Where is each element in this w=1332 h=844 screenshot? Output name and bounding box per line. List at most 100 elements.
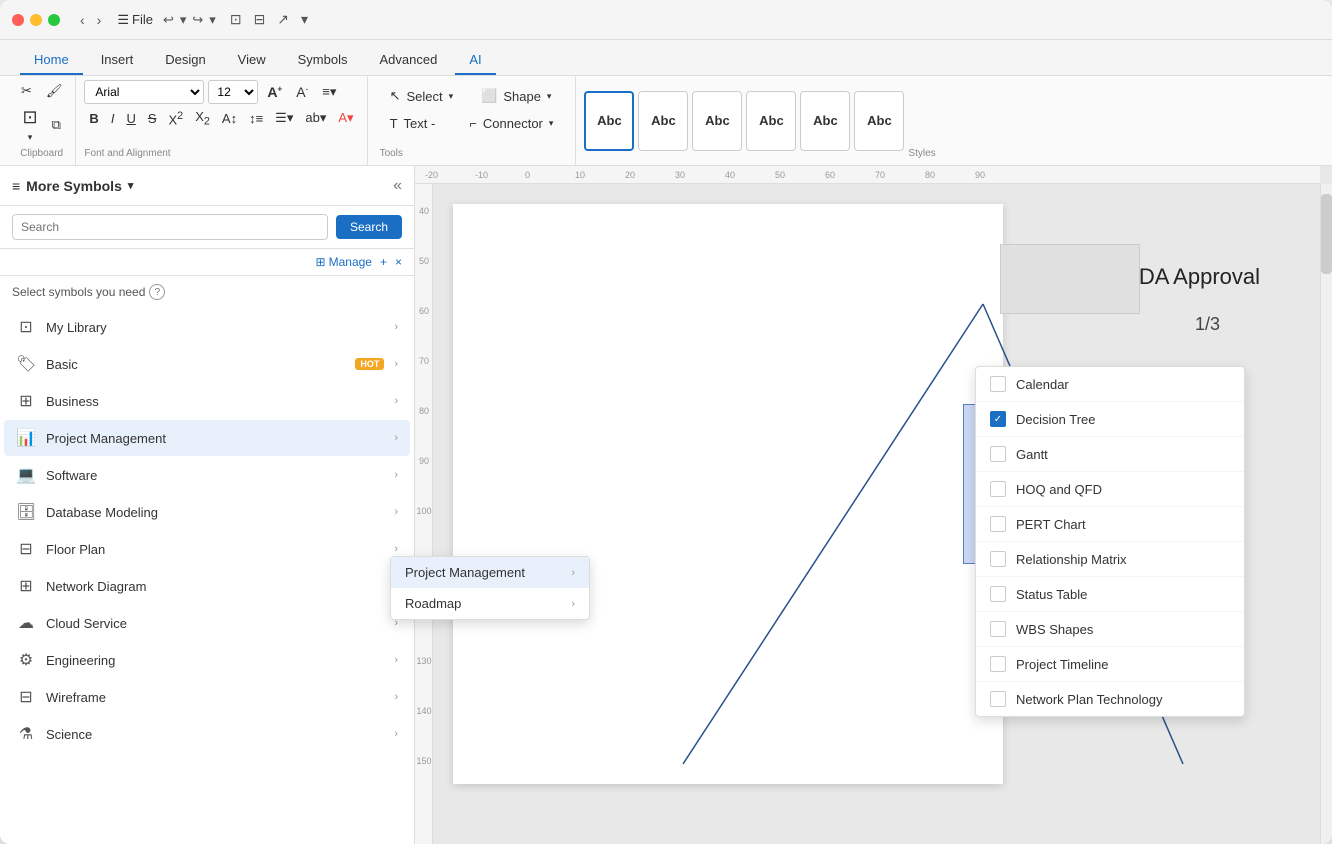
sidebar-item-network-diagram[interactable]: ⊞ Network Diagram › <box>4 568 410 604</box>
file-menu-button[interactable]: ☰ File <box>117 12 153 28</box>
checklist-item-wbs-shapes[interactable]: WBS Shapes <box>976 612 1244 647</box>
style-swatch-3[interactable]: Abc <box>692 91 742 151</box>
sidebar-search-input[interactable] <box>12 214 328 240</box>
checklist-item-hoq-qfd[interactable]: HOQ and QFD <box>976 472 1244 507</box>
tab-view[interactable]: View <box>224 46 280 75</box>
list-button[interactable]: ☰▾ <box>270 107 298 129</box>
format-painter-button[interactable]: 🖌 <box>41 80 68 102</box>
share-icon-button[interactable]: ↗ <box>273 9 293 30</box>
project-timeline-checkbox[interactable] <box>990 656 1006 672</box>
monitor-icon-button[interactable]: ⊟ <box>250 9 270 30</box>
tab-insert[interactable]: Insert <box>87 46 148 75</box>
font-color-button[interactable]: A▾ <box>333 107 358 129</box>
sidebar-item-software[interactable]: 💻 Software › <box>4 457 410 493</box>
status-table-checkbox[interactable] <box>990 586 1006 602</box>
sidebar-search-button[interactable]: Search <box>336 215 402 239</box>
text-wrap-button[interactable]: ab▾ <box>300 107 331 129</box>
wbs-shapes-checkbox[interactable] <box>990 621 1006 637</box>
sidebar-item-business[interactable]: ⊞ Business › <box>4 383 410 419</box>
font-size-select[interactable]: 12 <box>208 80 258 104</box>
font-family-select[interactable]: Arial <box>84 80 204 104</box>
wireframe-icon: ⊟ <box>16 687 36 707</box>
sidebar-item-project-management[interactable]: 📊 Project Management › <box>4 420 410 456</box>
more-icon-button[interactable]: ▾ <box>297 9 312 30</box>
align-button[interactable]: ≡▾ <box>317 81 341 103</box>
paste-button[interactable]: ⊡▾ <box>18 104 43 146</box>
checklist-item-status-table[interactable]: Status Table <box>976 577 1244 612</box>
cut-button[interactable]: ✂ <box>16 80 37 102</box>
checklist-item-project-timeline[interactable]: Project Timeline <box>976 647 1244 682</box>
checklist-item-gantt[interactable]: Gantt <box>976 437 1244 472</box>
sidebar-item-database-modeling[interactable]: 🗄 Database Modeling › <box>4 494 410 530</box>
sidebar-item-cloud-service[interactable]: ☁ Cloud Service › <box>4 605 410 641</box>
gantt-checkbox[interactable] <box>990 446 1006 462</box>
increase-font-button[interactable]: A+ <box>262 81 287 103</box>
underline-button[interactable]: U <box>121 108 140 129</box>
tab-advanced[interactable]: Advanced <box>365 46 451 75</box>
decision-tree-checkbox[interactable]: ✓ <box>990 411 1006 427</box>
tab-ai[interactable]: AI <box>455 46 495 75</box>
cloud-service-icon: ☁ <box>16 613 36 633</box>
hoq-qfd-checkbox[interactable] <box>990 481 1006 497</box>
checklist-item-relationship-matrix[interactable]: Relationship Matrix <box>976 542 1244 577</box>
select-tool-button[interactable]: ↖ Select ▾ <box>380 84 464 108</box>
sidebar-item-basic[interactable]: 🏷 Basic HOT › <box>4 346 410 382</box>
network-plan-checkbox[interactable] <box>990 691 1006 707</box>
close-symbol-button[interactable]: × <box>395 255 402 269</box>
sidebar-item-wireframe[interactable]: ⊟ Wireframe › <box>4 679 410 715</box>
connector-tool-button[interactable]: ⌐ Connector ▾ <box>459 112 563 135</box>
copy-button[interactable]: ⧉ <box>47 114 66 136</box>
style-swatch-2[interactable]: Abc <box>638 91 688 151</box>
sidebar-item-science[interactable]: ⚗ Science › <box>4 716 410 752</box>
bold-button[interactable]: B <box>84 108 103 129</box>
checklist-item-calendar[interactable]: Calendar <box>976 367 1244 402</box>
shape-tool-button[interactable]: ⬜ Shape ▾ <box>471 84 561 108</box>
style-swatch-1[interactable]: Abc <box>584 91 634 151</box>
minimize-window-button[interactable] <box>30 14 42 26</box>
maximize-window-button[interactable] <box>48 14 60 26</box>
checklist-item-decision-tree[interactable]: ✓ Decision Tree <box>976 402 1244 437</box>
undo-dropdown-button[interactable]: ▾ <box>178 10 189 30</box>
sidebar-item-my-library[interactable]: ⊡ My Library › <box>4 309 410 345</box>
line-spacing-button[interactable]: ↕≡ <box>244 108 268 129</box>
decrease-font-button[interactable]: A- <box>291 81 313 103</box>
style-swatch-5[interactable]: Abc <box>800 91 850 151</box>
style-swatch-4[interactable]: Abc <box>746 91 796 151</box>
text-tool-button[interactable]: T Text - <box>380 112 452 135</box>
subscript-button[interactable]: X2 <box>190 106 215 131</box>
scrollbar-thumb[interactable] <box>1321 194 1332 274</box>
add-symbol-button[interactable]: + <box>380 255 387 269</box>
canvas-area[interactable]: -20 -10 0 10 20 30 40 50 60 70 80 90 40 <box>415 166 1332 844</box>
calendar-checkbox[interactable] <box>990 376 1006 392</box>
sidebar-item-floor-plan[interactable]: ⊟ Floor Plan › <box>4 531 410 567</box>
checklist-item-pert-chart[interactable]: PERT Chart <box>976 507 1244 542</box>
redo-button[interactable]: ↪ <box>190 10 205 30</box>
pm-submenu-item-pm[interactable]: Project Management › <box>391 557 589 588</box>
tab-symbols[interactable]: Symbols <box>284 46 362 75</box>
style-swatch-6[interactable]: Abc <box>854 91 904 151</box>
sidebar-dropdown-icon[interactable]: ▾ <box>128 179 134 192</box>
strikethrough-button[interactable]: S <box>143 108 162 129</box>
sidebar-item-engineering[interactable]: ⚙ Engineering › <box>4 642 410 678</box>
superscript-button[interactable]: X2 <box>164 107 189 130</box>
manage-button[interactable]: ⊞ Manage <box>316 255 372 269</box>
font-top-align-button[interactable]: A↕ <box>217 108 242 129</box>
vertical-scrollbar[interactable] <box>1320 184 1332 844</box>
help-icon[interactable]: ? <box>149 284 165 300</box>
pm-submenu-item-roadmap[interactable]: Roadmap › <box>391 588 589 619</box>
italic-button[interactable]: I <box>106 108 120 129</box>
sidebar-collapse-button[interactable]: « <box>393 177 402 195</box>
redo-dropdown-button[interactable]: ▾ <box>207 10 218 30</box>
undo-redo-group: ↩ ▾ ↪ ▾ <box>161 10 218 30</box>
undo-button[interactable]: ↩ <box>161 10 176 30</box>
pert-chart-checkbox[interactable] <box>990 516 1006 532</box>
close-window-button[interactable] <box>12 14 24 26</box>
tab-design[interactable]: Design <box>151 46 219 75</box>
relationship-matrix-checkbox[interactable] <box>990 551 1006 567</box>
manage-icon: ⊞ <box>316 255 326 269</box>
back-button[interactable]: ‹ <box>76 10 89 30</box>
tab-home[interactable]: Home <box>20 46 83 75</box>
save-icon-button[interactable]: ⊡ <box>226 9 246 30</box>
checklist-item-network-plan[interactable]: Network Plan Technology <box>976 682 1244 716</box>
forward-button[interactable]: › <box>93 10 106 30</box>
